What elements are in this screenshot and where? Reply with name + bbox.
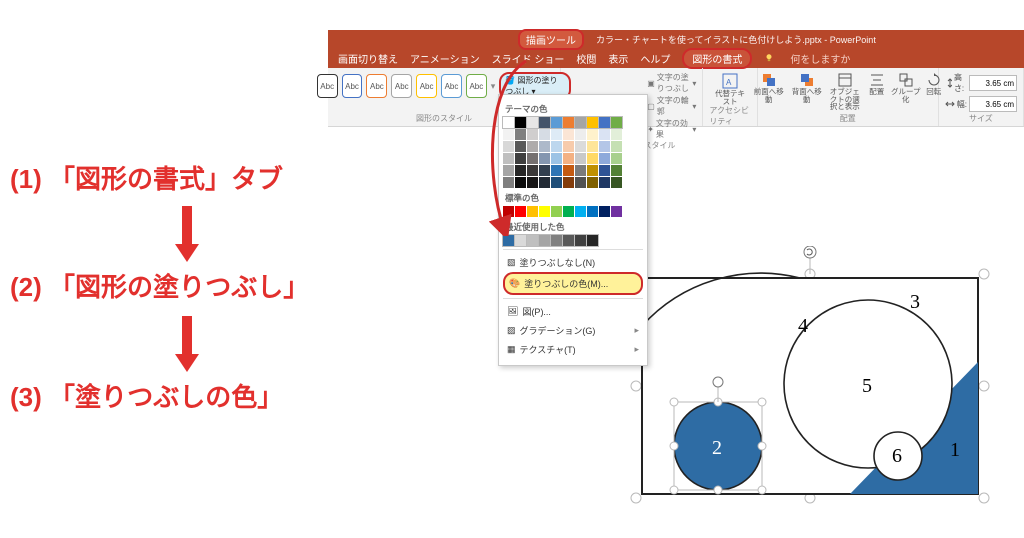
text-fill-button[interactable]: ▣ 文字の塗りつぶし ▾ bbox=[647, 72, 696, 94]
standard-colors-label: 標準の色 bbox=[505, 192, 643, 204]
text-effects-button[interactable]: ✦ 文字の効果 ▾ bbox=[647, 118, 696, 140]
palette-icon: 🎨 bbox=[509, 278, 520, 289]
annotation-step-1: (1) 「図形の書式」タブ bbox=[10, 164, 283, 195]
shape-style-preset[interactable]: Abc bbox=[416, 74, 437, 98]
height-input[interactable] bbox=[969, 75, 1017, 91]
width-input[interactable] bbox=[969, 96, 1017, 112]
shape-style-preset[interactable]: Abc bbox=[342, 74, 363, 98]
shape-style-preset[interactable]: Abc bbox=[441, 74, 462, 98]
standard-color-swatches[interactable] bbox=[503, 206, 643, 217]
document-title: カラー・チャートを使ってイラストに色付けしよう.pptx - PowerPoin… bbox=[596, 33, 876, 46]
selection-pane-button[interactable]: オブジェクトの選択と表示 bbox=[827, 72, 863, 111]
slide-canvas: 1 2 3 4 5 6 bbox=[630, 246, 990, 506]
titlebar: 描画ツール カラー・チャートを使ってイラストに色付けしよう.pptx - Pow… bbox=[328, 30, 1024, 48]
region-label: 6 bbox=[892, 445, 902, 467]
style-gallery-more-icon[interactable]: ▾ bbox=[491, 81, 496, 92]
size-group: 高さ: 幅: サイズ bbox=[939, 68, 1024, 126]
shape-style-preset[interactable]: Abc bbox=[317, 74, 338, 98]
width-label: 幅: bbox=[957, 99, 967, 110]
tab-slideshow[interactable]: スライド ショー bbox=[492, 51, 565, 66]
tab-transition[interactable]: 画面切り替え bbox=[338, 51, 398, 66]
region-label: 2 bbox=[712, 437, 722, 459]
group-label-shape-styles: 図形のスタイル bbox=[416, 113, 472, 124]
width-icon bbox=[945, 99, 955, 109]
theme-color-swatches[interactable] bbox=[503, 117, 643, 188]
svg-text:A: A bbox=[726, 78, 732, 87]
no-fill-item[interactable]: ▧塗りつぶしなし(N) bbox=[503, 253, 643, 272]
tab-shape-format[interactable]: 図形の書式 bbox=[682, 48, 752, 69]
tab-review[interactable]: 校閲 bbox=[576, 51, 596, 66]
texture-fill-item[interactable]: ▦テクスチャ(T)▸ bbox=[503, 340, 643, 359]
group-label-size: サイズ bbox=[969, 113, 993, 124]
tab-help[interactable]: ヘルプ bbox=[640, 51, 670, 66]
tell-me-field[interactable]: 何をしますか bbox=[790, 51, 850, 66]
tab-animation[interactable]: アニメーション bbox=[410, 51, 480, 66]
alt-text-button[interactable]: A 代替テキスト bbox=[712, 72, 748, 105]
text-outline-button[interactable]: ▢ 文字の輪郭 ▾ bbox=[647, 95, 696, 117]
annotation-step-3: (3) 「塗りつぶしの色」 bbox=[10, 382, 283, 413]
gradient-icon: ▨ bbox=[507, 325, 516, 336]
group-label-arrange: 配置 bbox=[840, 113, 856, 124]
more-fill-colors-item[interactable]: 🎨塗りつぶしの色(M)... bbox=[503, 272, 643, 295]
theme-colors-label: テーマの色 bbox=[505, 103, 643, 115]
recent-colors-label: 最近使用した色 bbox=[505, 221, 643, 233]
region-label: 1 bbox=[950, 439, 960, 461]
tab-view[interactable]: 表示 bbox=[608, 51, 628, 66]
height-icon bbox=[945, 78, 952, 88]
no-fill-icon: ▧ bbox=[507, 257, 516, 268]
shape-style-preset[interactable]: Abc bbox=[366, 74, 387, 98]
down-arrow-icon bbox=[172, 204, 202, 264]
align-button[interactable]: 配置 bbox=[865, 72, 889, 111]
group-label-accessibility: アクセシビリティ bbox=[709, 105, 750, 127]
shape-style-preset[interactable]: Abc bbox=[466, 74, 487, 98]
region-label: 3 bbox=[910, 291, 920, 313]
bring-forward-button[interactable]: 前面へ移動 bbox=[751, 72, 787, 111]
region-label: 4 bbox=[798, 315, 808, 337]
height-label: 高さ: bbox=[954, 72, 967, 94]
ribbon-tabs: 画面切り替え アニメーション スライド ショー 校閲 表示 ヘルプ 図形の書式 … bbox=[328, 48, 1024, 68]
recent-color-swatches[interactable] bbox=[503, 235, 643, 246]
gradient-fill-item[interactable]: ▨グラデーション(G)▸ bbox=[503, 321, 643, 340]
region-label: 5 bbox=[862, 375, 872, 397]
arrange-group: 前面へ移動 背面へ移動 オブジェクトの選択と表示 配置 グループ化 回転 配置 bbox=[758, 68, 939, 126]
lightbulb-icon bbox=[764, 53, 774, 63]
contextual-tool-tab: 描画ツール bbox=[518, 29, 584, 50]
accessibility-group: A 代替テキスト アクセシビリティ bbox=[703, 68, 757, 126]
picture-fill-item[interactable]: 🖼図(P)... bbox=[503, 302, 643, 321]
powerpoint-window: 描画ツール カラー・チャートを使ってイラストに色付けしよう.pptx - Pow… bbox=[328, 30, 1024, 127]
group-button[interactable]: グループ化 bbox=[891, 72, 921, 111]
ribbon: Abc Abc Abc Abc Abc Abc Abc ▾ 🪣 図形の塗りつぶし… bbox=[328, 68, 1024, 127]
shape-style-preset[interactable]: Abc bbox=[391, 74, 412, 98]
send-backward-button[interactable]: 背面へ移動 bbox=[789, 72, 825, 111]
shape-fill-dropdown: テーマの色 標準の色 最近使用した色 ▧塗りつぶしなし(N) 🎨塗りつぶしの色(… bbox=[498, 94, 648, 366]
down-arrow-icon bbox=[172, 314, 202, 374]
texture-icon: ▦ bbox=[507, 344, 516, 355]
picture-icon: 🖼 bbox=[507, 306, 518, 317]
annotation-step-2: (2) 「図形の塗りつぶし」 bbox=[10, 272, 309, 303]
bucket-icon: 🪣 bbox=[505, 76, 515, 85]
